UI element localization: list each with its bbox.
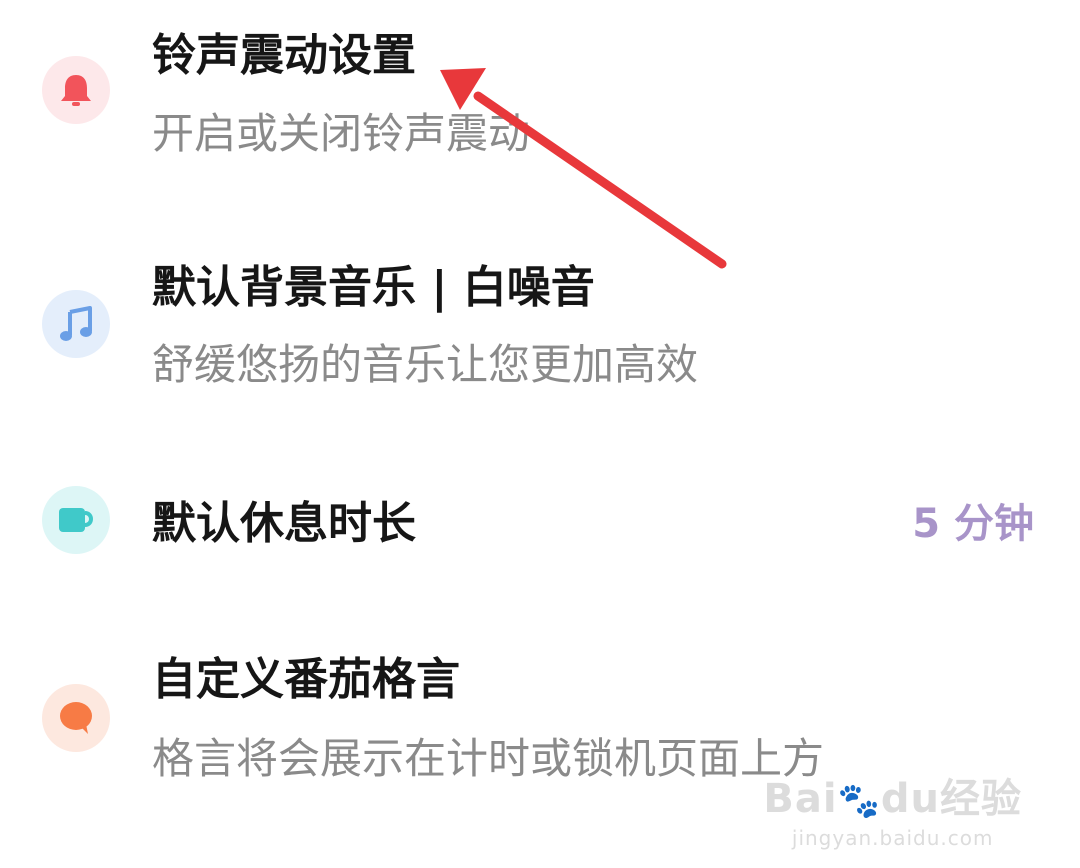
watermark-url: jingyan.baidu.com — [791, 826, 994, 850]
music-icon-badge — [42, 290, 110, 358]
music-note-icon — [60, 306, 92, 341]
rest-duration-value: 5 分钟 — [912, 501, 1034, 547]
motto-icon-badge — [42, 684, 110, 752]
cup-icon — [59, 508, 93, 532]
paw-icon: 🐾 — [837, 781, 881, 821]
motto-subtitle: 格言将会展示在计时或锁机页面上方 — [152, 734, 825, 783]
ringtone-subtitle: 开启或关闭铃声震动 — [152, 109, 531, 158]
baidu-watermark: Bai🐾du经验 jingyan.baidu.com — [763, 766, 1022, 850]
music-subtitle: 舒缓悠扬的音乐让您更加高效 — [152, 340, 699, 389]
ringtone-icon-badge — [42, 56, 110, 124]
setting-background-music[interactable]: 默认背景音乐 | 白噪音 舒缓悠扬的音乐让您更加高效 — [0, 240, 1080, 410]
ringtone-title: 铃声震动设置 — [152, 30, 416, 81]
music-title: 默认背景音乐 | 白噪音 — [152, 262, 595, 313]
speech-bubble-icon — [60, 702, 92, 734]
setting-rest-duration[interactable]: 默认休息时长 5 分钟 — [0, 470, 1080, 580]
bell-icon — [61, 75, 91, 106]
rest-title: 默认休息时长 — [152, 498, 416, 549]
motto-title: 自定义番茄格言 — [152, 654, 460, 705]
rest-icon-badge — [42, 486, 110, 554]
watermark-logo: Bai🐾du经验 — [763, 776, 1022, 822]
setting-ringtone-vibration[interactable]: 铃声震动设置 开启或关闭铃声震动 — [0, 0, 1080, 190]
